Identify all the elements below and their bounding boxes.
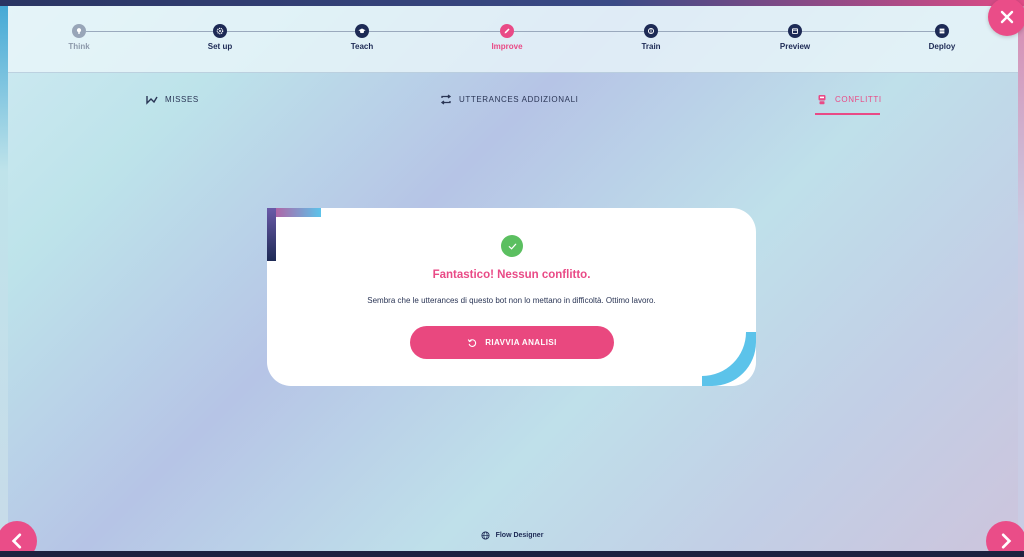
step-set-up[interactable]: Set up — [180, 24, 260, 51]
step-improve[interactable]: Improve — [467, 24, 547, 51]
left-edge — [0, 6, 8, 557]
restart-analysis-button[interactable]: RIAVVIA ANALISI — [410, 326, 614, 359]
bulb-icon — [72, 24, 86, 38]
step-label: Preview — [779, 42, 811, 51]
step-preview[interactable]: Preview — [755, 24, 835, 51]
server-icon — [935, 24, 949, 38]
close-icon — [1000, 10, 1014, 24]
robot-icon — [818, 95, 826, 105]
step-label: Train — [641, 42, 661, 51]
tab-label: CONFLITTI — [835, 95, 882, 104]
corner-arc-decoration — [702, 332, 756, 386]
brain-icon — [644, 24, 658, 38]
graduation-cap-icon — [355, 24, 369, 38]
bottom-band — [0, 551, 1024, 557]
progress-stepper: Think Set up Teach Improve Train Preview… — [8, 6, 1018, 73]
restart-icon — [468, 338, 477, 347]
step-label: Think — [68, 42, 90, 51]
step-train[interactable]: Train — [611, 24, 691, 51]
step-teach[interactable]: Teach — [322, 24, 402, 51]
tab-label: UTTERANCES ADDIZIONALI — [459, 95, 579, 104]
footer-label: Flow Designer — [495, 532, 544, 539]
step-label: Set up — [207, 42, 233, 51]
tab-conflitti[interactable]: CONFLITTI — [816, 94, 882, 105]
card-body: Fantastico! Nessun conflitto. Sembra che… — [267, 208, 756, 386]
right-edge — [1018, 6, 1024, 557]
card-title: Fantastico! Nessun conflitto. — [432, 269, 591, 281]
chevron-left-icon — [11, 533, 22, 549]
globe-icon — [481, 531, 490, 540]
analysis-tabs: MISSES UTTERANCES ADDIZIONALI CONFLITTI — [8, 72, 1018, 116]
step-think[interactable]: Think — [39, 24, 119, 51]
step-deploy[interactable]: Deploy — [902, 24, 982, 51]
success-check-icon — [501, 235, 523, 257]
step-label: Improve — [491, 42, 523, 51]
active-tab-indicator — [815, 113, 880, 115]
chevron-right-icon — [1001, 533, 1012, 549]
app-stage: Think Set up Teach Improve Train Preview… — [0, 0, 1024, 557]
checkmark-arrow-icon — [146, 96, 158, 105]
gear-icon — [213, 24, 227, 38]
step-label: Deploy — [928, 42, 956, 51]
tab-label: MISSES — [165, 95, 199, 104]
close-button[interactable] — [988, 0, 1024, 36]
calendar-icon — [788, 24, 802, 38]
corner-decoration — [267, 208, 321, 261]
tab-misses[interactable]: MISSES — [146, 94, 199, 105]
result-card: Fantastico! Nessun conflitto. Sembra che… — [267, 208, 756, 386]
tab-utterances-addizionali[interactable]: UTTERANCES ADDIZIONALI — [440, 94, 578, 105]
button-label: RIAVVIA ANALISI — [485, 338, 557, 347]
card-message: Sembra che le utterances di questo bot n… — [367, 296, 656, 305]
flow-designer-link[interactable]: Flow Designer — [0, 531, 1024, 540]
pencil-icon — [500, 24, 514, 38]
repeat-icon — [440, 94, 452, 105]
step-label: Teach — [350, 42, 374, 51]
